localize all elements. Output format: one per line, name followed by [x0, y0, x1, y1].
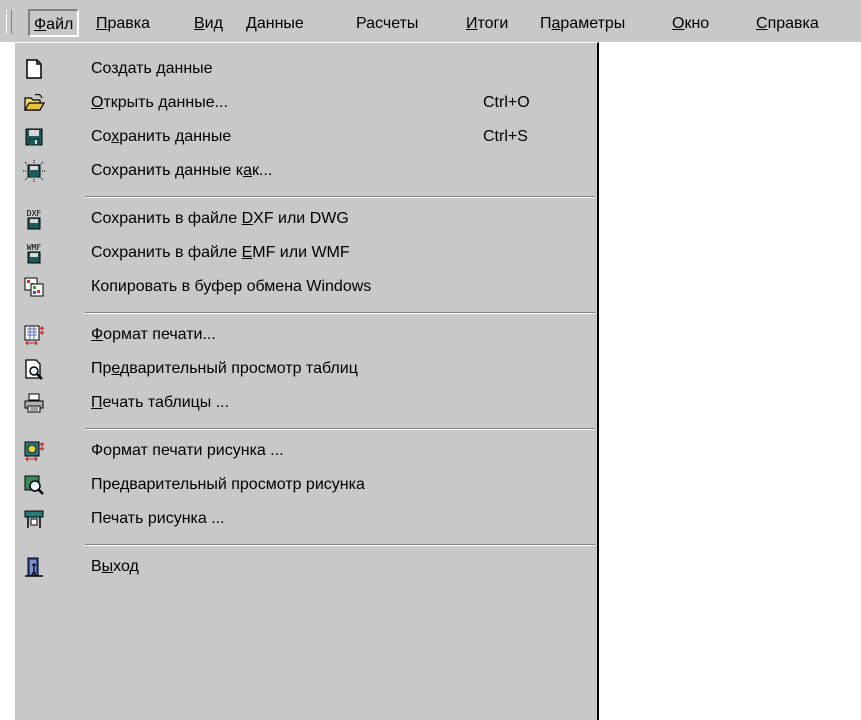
menu-separator — [85, 196, 595, 198]
menu-item-save-wmf[interactable]: WMF Сохранить в файле EMF или WMF — [15, 238, 597, 268]
svg-text:WMF: WMF — [27, 243, 42, 252]
clipboard-copy-icon — [23, 276, 45, 298]
menu-item-save-data[interactable]: Сохранить данные Ctrl+S — [15, 122, 597, 152]
menu-item-print-picture[interactable]: Печать рисунка ... — [15, 504, 597, 534]
menu-help[interactable]: Справка — [756, 13, 819, 35]
picture-print-icon — [23, 508, 45, 530]
menu-item-label: Формат печати... — [91, 326, 216, 343]
menu-item-label: Формат печати рисунка ... — [91, 442, 284, 459]
menu-window[interactable]: Окно — [672, 13, 709, 35]
menu-view[interactable]: Вид — [194, 13, 223, 35]
menu-item-page-format[interactable]: Формат печати... — [15, 320, 597, 350]
menu-separator — [85, 544, 595, 546]
menu-item-picture-format[interactable]: Формат печати рисунка ... — [15, 436, 597, 466]
menu-item-preview-tables[interactable]: Предварительный просмотр таблиц — [15, 354, 597, 384]
menu-item-save-dxf[interactable]: DXF Сохранить в файле DXF или DWG — [15, 204, 597, 234]
menu-bar: Файл Правка Вид Данные Расчеты Итоги Пар… — [0, 0, 861, 42]
menu-calculations[interactable]: Расчеты — [356, 13, 418, 35]
menubar-grip[interactable] — [6, 10, 12, 34]
menu-item-label: Печать таблицы ... — [91, 394, 230, 411]
menu-item-label: Выход — [91, 558, 139, 575]
menu-item-new-data[interactable]: Создать данные — [15, 54, 597, 84]
dxf-save-icon: DXF — [23, 208, 45, 230]
menu-item-label: Печать рисунка ... — [91, 510, 225, 527]
floppy-save-icon — [23, 126, 45, 148]
floppy-save-as-icon — [23, 160, 45, 182]
menu-separator — [85, 312, 595, 314]
printer-icon — [23, 392, 45, 414]
picture-preview-icon — [23, 474, 45, 496]
menu-file[interactable]: Файл — [28, 9, 80, 37]
new-document-icon — [23, 58, 45, 80]
menu-item-label: Предварительный просмотр таблиц — [91, 360, 358, 377]
menu-item-save-data-as[interactable]: Сохранить данные как... — [15, 156, 597, 186]
picture-format-icon — [23, 440, 45, 462]
menu-item-copy-clipboard[interactable]: Копировать в буфер обмена Windows — [15, 272, 597, 302]
file-menu-dropdown: Создать данные Открыть данные... Ctrl+O … — [13, 42, 599, 720]
menu-parameters[interactable]: Параметры — [540, 13, 625, 35]
svg-text:DXF: DXF — [27, 209, 42, 218]
print-preview-table-icon — [23, 358, 45, 380]
menu-separator — [85, 428, 595, 430]
exit-icon — [23, 556, 45, 578]
menu-item-label: Сохранить в файле EMF или WMF — [91, 244, 350, 261]
menu-item-print-table[interactable]: Печать таблицы ... — [15, 388, 597, 418]
menu-item-label: Сохранить в файле DXF или DWG — [91, 210, 349, 227]
menu-item-preview-picture[interactable]: Предварительный просмотр рисунка — [15, 470, 597, 500]
open-folder-icon — [23, 92, 45, 114]
wmf-save-icon: WMF — [23, 242, 45, 264]
menu-item-label: Сохранить данные — [91, 128, 232, 145]
page-format-icon — [23, 324, 45, 346]
menu-item-shortcut: Ctrl+O — [483, 94, 530, 111]
menu-item-exit[interactable]: Выход — [15, 552, 597, 582]
menu-item-open-data[interactable]: Открыть данные... Ctrl+O — [15, 88, 597, 118]
menu-totals[interactable]: Итоги — [466, 13, 508, 35]
menu-item-label: Создать данные — [91, 60, 213, 77]
menu-item-label: Сохранить данные как... — [91, 162, 273, 179]
menu-data[interactable]: Данные — [246, 13, 304, 35]
menu-item-label: Предварительный просмотр рисунка — [91, 476, 365, 493]
menu-edit[interactable]: Правка — [96, 13, 150, 35]
menu-item-label: Копировать в буфер обмена Windows — [91, 278, 372, 295]
menu-item-shortcut: Ctrl+S — [483, 128, 528, 145]
menu-item-label: Открыть данные... — [91, 94, 228, 111]
